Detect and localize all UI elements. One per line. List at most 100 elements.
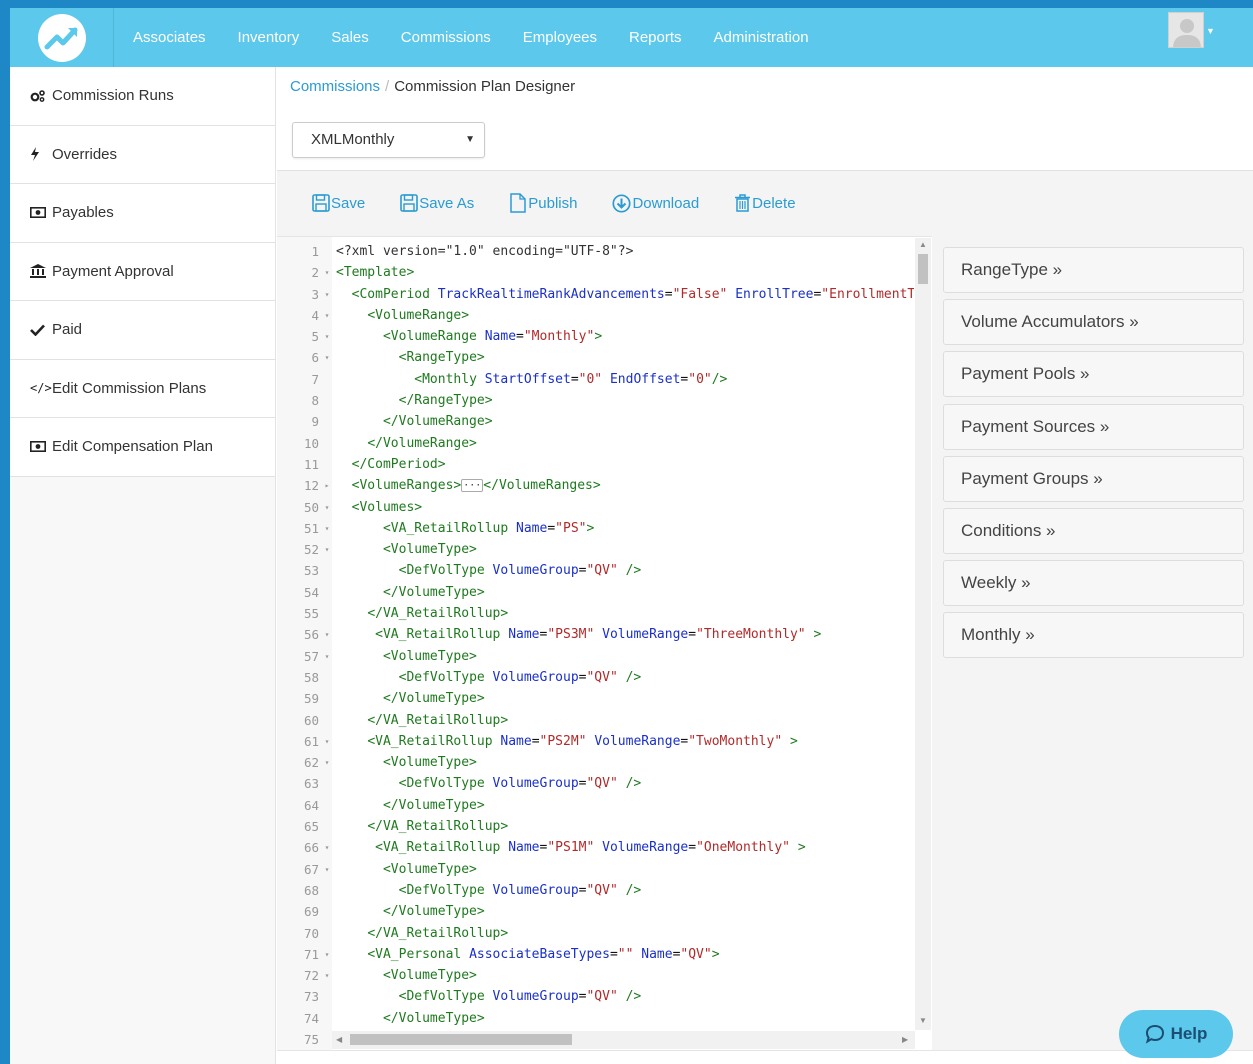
scroll-down-icon[interactable]: ▼ <box>919 1016 927 1025</box>
sidebar-item-edit-compensation-plan[interactable]: Edit Compensation Plan <box>10 418 275 477</box>
nav-commissions[interactable]: Commissions <box>385 8 507 67</box>
code-line[interactable]: 12 ▸ <VolumeRanges> ··· </VolumeRanges> <box>277 475 915 496</box>
code-line[interactable]: 66 ▾ <VA_RetailRollup Name="PS1M" VolumeR… <box>277 837 915 858</box>
palette-payment-groups-button[interactable]: Payment Groups » <box>943 455 1244 502</box>
nav-reports[interactable]: Reports <box>613 8 698 67</box>
sidebar-item-payables[interactable]: Payables <box>10 184 275 243</box>
code-line[interactable]: 7 <Monthly StartOffset="0" EndOffset="0"… <box>277 369 915 390</box>
code-line[interactable]: 68 <DefVolType VolumeGroup="QV" /> <box>277 880 915 901</box>
code-line[interactable]: 4 ▾ <VolumeRange> <box>277 305 915 326</box>
palette-rangetype-button[interactable]: RangeType » <box>943 247 1244 293</box>
scrollbar-thumb[interactable] <box>350 1034 572 1045</box>
money-icon <box>30 441 52 453</box>
fold-toggle-icon[interactable]: ▾ <box>322 837 332 858</box>
code-line[interactable]: 56 ▾ <VA_RetailRollup Name="PS3M" VolumeR… <box>277 624 915 645</box>
xml-code-editor[interactable]: 1 <?xml version="1.0" encoding="UTF-8"?> 2… <box>277 236 932 1050</box>
code-line[interactable]: 74 </VolumeType> <box>277 1008 915 1029</box>
code-line[interactable]: 51 ▾ <VA_RetailRollup Name="PS"> <box>277 518 915 539</box>
fold-toggle-icon[interactable]: ▾ <box>322 518 332 539</box>
palette-payment-pools-button[interactable]: Payment Pools » <box>943 351 1244 398</box>
publish-button[interactable]: Publish <box>509 193 577 213</box>
caret-down-icon[interactable]: ▼ <box>1206 26 1215 36</box>
nav-administration[interactable]: Administration <box>698 8 825 67</box>
code-line[interactable]: 65 </VA_RetailRollup> <box>277 816 915 837</box>
scrollbar-thumb[interactable] <box>918 254 928 284</box>
code-line[interactable]: 9 </VolumeRange> <box>277 411 915 432</box>
editor-code-area[interactable]: 1 <?xml version="1.0" encoding="UTF-8"?> 2… <box>277 241 915 1050</box>
code-line[interactable]: 70 </VA_RetailRollup> <box>277 923 915 944</box>
fold-toggle-icon[interactable]: ▾ <box>322 497 332 518</box>
code-line[interactable]: 60 </VA_RetailRollup> <box>277 710 915 731</box>
code-line[interactable]: 55 </VA_RetailRollup> <box>277 603 915 624</box>
sidebar-item-paid[interactable]: Paid <box>10 301 275 360</box>
code-line[interactable]: 53 <DefVolType VolumeGroup="QV" /> <box>277 560 915 581</box>
nav-sales[interactable]: Sales <box>315 8 385 67</box>
user-avatar[interactable] <box>1168 12 1204 48</box>
code-line[interactable]: 50 ▾ <Volumes> <box>277 497 915 518</box>
sidebar-item-edit-commission-plans[interactable]: </> Edit Commission Plans <box>10 359 275 418</box>
fold-toggle-icon[interactable]: ▾ <box>322 944 332 965</box>
sidebar-item-overrides[interactable]: Overrides <box>10 125 275 184</box>
fold-toggle-icon[interactable]: ▾ <box>322 326 332 347</box>
scroll-right-icon[interactable]: ▶ <box>902 1035 908 1044</box>
code-line[interactable]: 63 <DefVolType VolumeGroup="QV" /> <box>277 773 915 794</box>
fold-toggle-icon[interactable]: ▾ <box>322 646 332 667</box>
code-line[interactable]: 3 ▾ <ComPeriod TrackRealtimeRankAdvanceme… <box>277 284 915 305</box>
code-text: <VA_RetailRollup Name="PS2M" VolumeRange… <box>367 733 798 749</box>
code-line[interactable]: 5 ▾ <VolumeRange Name="Monthly"> <box>277 326 915 347</box>
code-line[interactable]: 71 ▾ <VA_Personal AssociateBaseTypes="" N… <box>277 944 915 965</box>
fold-toggle-icon[interactable]: ▾ <box>322 539 332 560</box>
fold-toggle-icon[interactable]: ▾ <box>322 731 332 752</box>
editor-horizontal-scrollbar[interactable]: ◀ ▶ <box>332 1031 915 1049</box>
code-line[interactable]: 58 <DefVolType VolumeGroup="QV" /> <box>277 667 915 688</box>
fold-toggle-icon[interactable]: ▾ <box>322 347 332 368</box>
palette-conditions-button[interactable]: Conditions » <box>943 507 1244 554</box>
fold-toggle-icon[interactable]: ▾ <box>322 965 332 986</box>
code-line[interactable]: 57 ▾ <VolumeType> <box>277 646 915 667</box>
nav-associates[interactable]: Associates <box>117 8 222 67</box>
code-line[interactable]: 52 ▾ <VolumeType> <box>277 539 915 560</box>
code-line[interactable]: 59 </VolumeType> <box>277 688 915 709</box>
fold-toggle-icon[interactable]: ▸ <box>322 475 332 496</box>
code-line[interactable]: 61 ▾ <VA_RetailRollup Name="PS2M" VolumeR… <box>277 731 915 752</box>
code-line[interactable]: 64 </VolumeType> <box>277 795 915 816</box>
breadcrumb-commissions[interactable]: Commissions <box>290 78 380 95</box>
palette-weekly-button[interactable]: Weekly » <box>943 560 1244 607</box>
fold-toggle-icon[interactable]: ▾ <box>322 262 332 283</box>
scroll-left-icon[interactable]: ◀ <box>336 1035 342 1044</box>
code-line[interactable]: 1 <?xml version="1.0" encoding="UTF-8"?> <box>277 241 915 262</box>
collapsed-block-marker[interactable]: ··· <box>461 479 484 493</box>
download-button[interactable]: Download <box>612 193 699 213</box>
code-line[interactable]: 72 ▾ <VolumeType> <box>277 965 915 986</box>
editor-vertical-scrollbar[interactable]: ▲ ▼ <box>915 238 931 1030</box>
code-line[interactable]: 67 ▾ <VolumeType> <box>277 859 915 880</box>
save-as-button[interactable]: Save As <box>400 193 474 213</box>
fold-toggle-icon[interactable]: ▾ <box>322 305 332 326</box>
code-line[interactable]: 73 <DefVolType VolumeGroup="QV" /> <box>277 986 915 1007</box>
code-line[interactable]: 62 ▾ <VolumeType> <box>277 752 915 773</box>
palette-monthly-button[interactable]: Monthly » <box>943 612 1244 659</box>
code-line[interactable]: 69 </VolumeType> <box>277 901 915 922</box>
fold-toggle-icon[interactable]: ▾ <box>322 284 332 305</box>
code-line[interactable]: 6 ▾ <RangeType> <box>277 347 915 368</box>
sidebar-item-payment-approval[interactable]: Payment Approval <box>10 242 275 301</box>
nav-employees[interactable]: Employees <box>507 8 613 67</box>
fold-toggle-icon[interactable]: ▾ <box>322 859 332 880</box>
fold-toggle-icon[interactable]: ▾ <box>322 752 332 773</box>
code-line[interactable]: 8 </RangeType> <box>277 390 915 411</box>
plan-select[interactable]: XMLMonthly ▼ <box>292 122 485 158</box>
palette-volume-accumulators-button[interactable]: Volume Accumulators » <box>943 299 1244 346</box>
save-button[interactable]: Save <box>312 193 365 213</box>
palette-payment-sources-button[interactable]: Payment Sources » <box>943 403 1244 450</box>
fold-toggle-icon[interactable]: ▾ <box>322 624 332 645</box>
sidebar-item-commission-runs[interactable]: Commission Runs <box>10 67 275 126</box>
help-button[interactable]: Help <box>1119 1010 1233 1058</box>
app-logo[interactable] <box>10 8 114 67</box>
scroll-up-icon[interactable]: ▲ <box>919 240 927 249</box>
code-line[interactable]: 10 </VolumeRange> <box>277 433 915 454</box>
nav-inventory[interactable]: Inventory <box>222 8 316 67</box>
code-line[interactable]: 2 ▾ <Template> <box>277 262 915 283</box>
code-line[interactable]: 54 </VolumeType> <box>277 582 915 603</box>
code-line[interactable]: 11 </ComPeriod> <box>277 454 915 475</box>
delete-button[interactable]: Delete <box>734 193 796 213</box>
